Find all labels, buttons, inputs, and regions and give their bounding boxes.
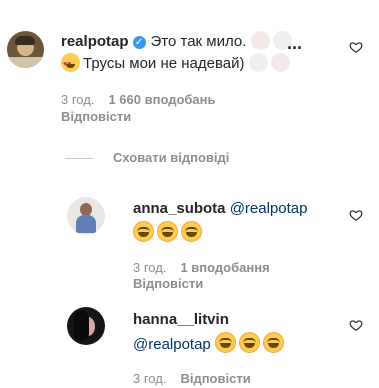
laughing-emoji-icon (157, 221, 178, 242)
comment-text-line-2: Трусы мои не надевай) (83, 55, 245, 72)
avatar-realpotap[interactable] (7, 31, 44, 68)
laughing-emoji-icon (262, 332, 284, 353)
reply-1-line-2 (133, 221, 205, 243)
comment-meta: 3 год. 1 660 вподобань (61, 92, 216, 108)
reply-2-line-1: hanna__litvin (133, 310, 229, 329)
faded-emoji-icon (270, 53, 290, 72)
reply-button[interactable]: Відповісти (61, 109, 131, 125)
verified-badge-icon: ✓ (132, 36, 146, 49)
faded-emoji-icon (248, 53, 268, 72)
laughing-emoji-icon (181, 221, 202, 242)
reply-2-meta: 3 год. Відповісти (133, 371, 251, 387)
faded-emoji-icon (250, 31, 270, 50)
comment-time[interactable]: 3 год. (61, 92, 94, 107)
reply-mention[interactable]: @realpotap (133, 336, 211, 353)
heart-eyes-emoji-icon (61, 53, 80, 74)
reply-username[interactable]: hanna__litvin (133, 311, 229, 328)
reply-2-line-2: @realpotap (133, 332, 287, 354)
laughing-emoji-icon (238, 332, 260, 353)
reply-time[interactable]: 3 год. (133, 260, 166, 275)
laughing-emoji-icon (133, 221, 154, 242)
like-heart-icon[interactable] (349, 208, 363, 222)
reply-button[interactable]: Відповісти (133, 276, 203, 292)
reply-1-line-1: anna_subota @realpotap (133, 199, 307, 218)
comment-text-line-1: Это так мило. (150, 33, 247, 50)
avatar-hanna-litvin[interactable] (67, 307, 105, 345)
laughing-emoji-icon (214, 332, 236, 353)
avatar-anna-subota[interactable] (67, 197, 105, 235)
like-heart-icon[interactable] (349, 318, 363, 332)
reply-likes[interactable]: 1 вподобання (180, 260, 269, 275)
comment-line-2: Трусы мои не надевай) (61, 53, 293, 74)
reply-1-meta: 3 год. 1 вподобання (133, 260, 270, 276)
reply-mention[interactable]: @realpotap (230, 200, 308, 217)
reply-time[interactable]: 3 год. (133, 371, 166, 386)
reply-button[interactable]: Відповісти (180, 371, 250, 386)
hide-replies-divider (65, 158, 93, 159)
reply-username[interactable]: anna_subota (133, 200, 226, 217)
like-heart-icon[interactable] (349, 40, 363, 54)
hide-replies-button[interactable]: Сховати відповіді (113, 150, 229, 166)
comment-likes[interactable]: 1 660 вподобань (108, 92, 215, 107)
comment-username[interactable]: realpotap (61, 33, 129, 50)
comment-line-1: realpotap ✓ Это так мило. (61, 31, 295, 51)
